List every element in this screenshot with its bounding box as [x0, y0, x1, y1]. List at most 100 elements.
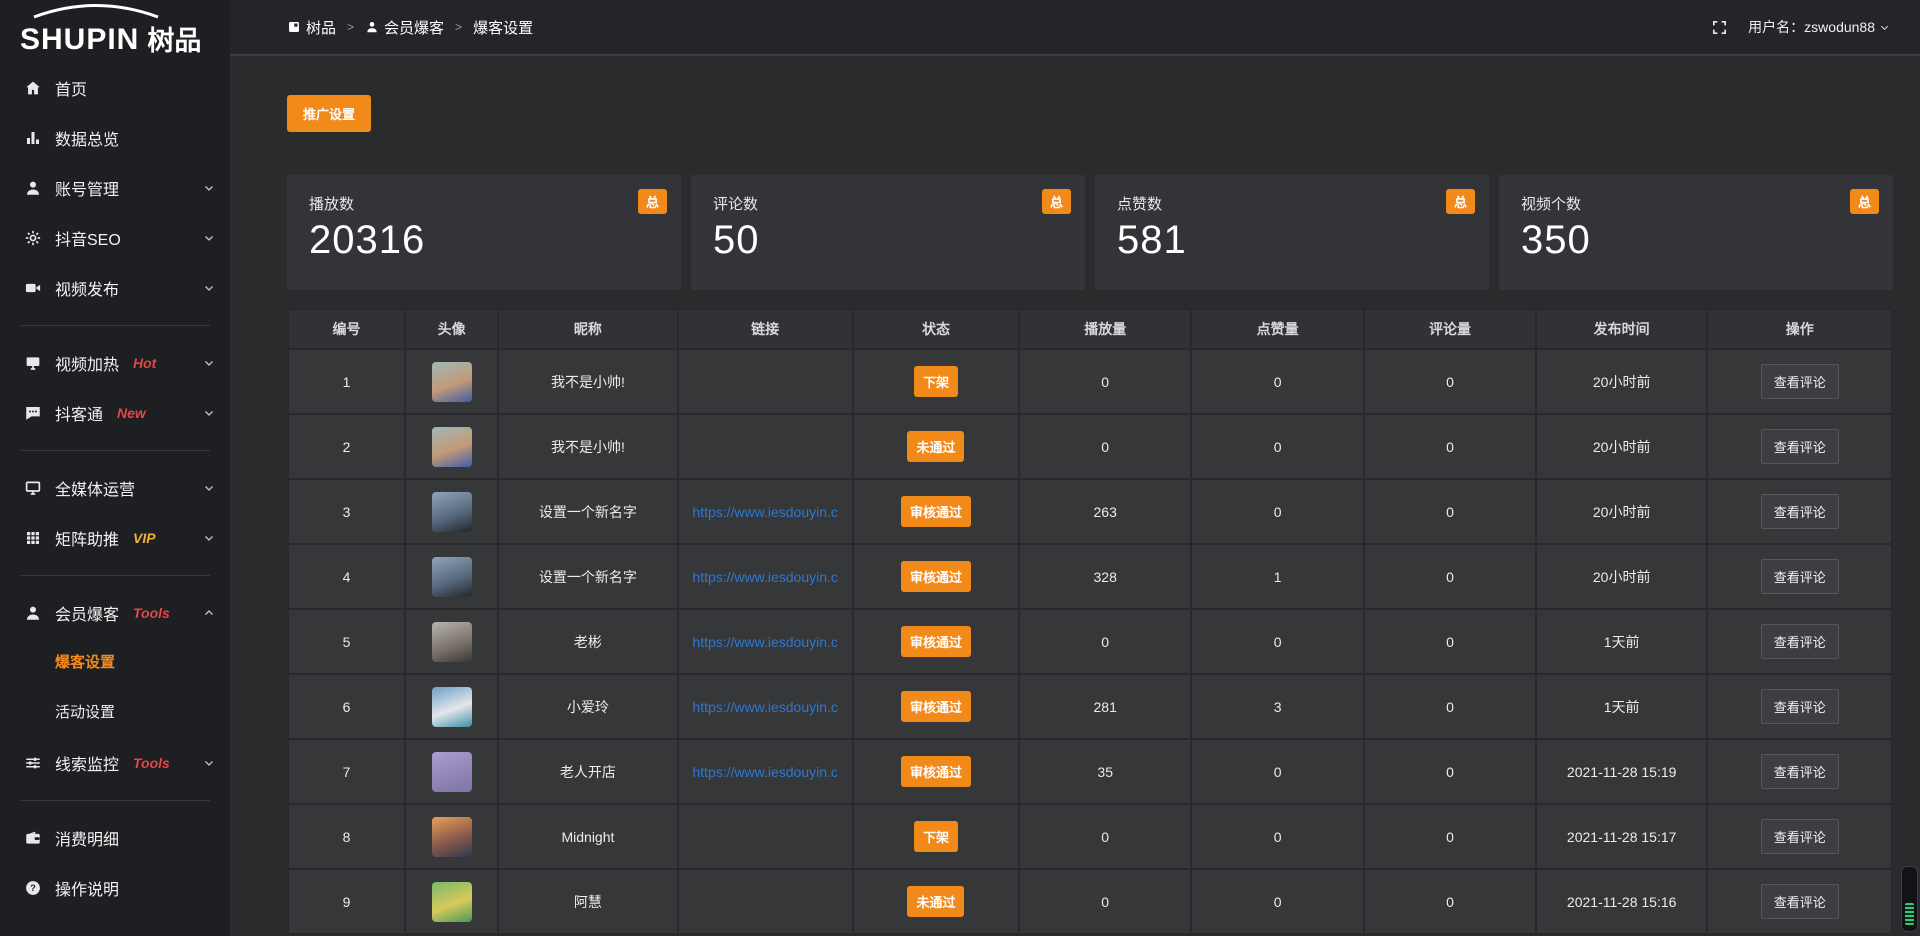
video-link[interactable]: https://www.iesdouyin.c	[692, 699, 838, 715]
video-link[interactable]: https://www.iesdouyin.c	[692, 764, 838, 780]
chat-icon	[24, 404, 42, 422]
sidebar-subitem-activity-settings[interactable]: 活动设置	[0, 688, 230, 738]
view-comments-button[interactable]: 查看评论	[1761, 754, 1839, 789]
status-badge[interactable]: 审核通过	[901, 561, 971, 592]
cell-likes: 0	[1191, 869, 1364, 934]
view-comments-button[interactable]: 查看评论	[1761, 429, 1839, 464]
cell-plays: 0	[1019, 804, 1191, 869]
stat-card-label: 视频个数	[1521, 193, 1871, 214]
home-icon	[24, 79, 42, 97]
cell-link: https://www.iesdouyin.c	[678, 544, 853, 609]
cell-avatar	[405, 414, 498, 479]
status-badge[interactable]: 审核通过	[901, 626, 971, 657]
sidebar-item-douyin-seo[interactable]: 抖音SEO	[0, 213, 230, 263]
sidebar-item-badge: VIP	[133, 530, 156, 546]
cell-plays: 0	[1019, 349, 1191, 414]
status-badge[interactable]: 未通过	[907, 886, 964, 917]
sidebar-item-home[interactable]: 首页	[0, 63, 230, 113]
view-comments-button[interactable]: 查看评论	[1761, 884, 1839, 919]
cell-comments: 0	[1364, 739, 1536, 804]
cell-action: 查看评论	[1707, 414, 1892, 479]
sidebar-item-member-baoke[interactable]: 会员爆客Tools	[0, 588, 230, 638]
column-header: 头像	[405, 309, 498, 349]
view-comments-button[interactable]: 查看评论	[1761, 819, 1839, 854]
sidebar-item-douketong[interactable]: 抖客通New	[0, 388, 230, 438]
breadcrumb-item[interactable]: 爆客设置	[473, 17, 533, 38]
cell-time: 20小时前	[1536, 479, 1708, 544]
cell-comments: 0	[1364, 544, 1536, 609]
promo-settings-button[interactable]: 推广设置	[287, 95, 371, 132]
total-badge: 总	[1850, 189, 1879, 214]
person-icon	[24, 604, 42, 622]
video-link[interactable]: https://www.iesdouyin.c	[692, 504, 838, 520]
column-header: 评论量	[1364, 309, 1536, 349]
sidebar-divider	[20, 450, 210, 451]
cell-action: 查看评论	[1707, 609, 1892, 674]
status-badge[interactable]: 审核通过	[901, 496, 971, 527]
sidebar-item-label: 视频发布	[55, 276, 119, 300]
table-row: 1我不是小帅!下架00020小时前查看评论	[288, 349, 1892, 414]
sidebar-item-label: 抖音SEO	[55, 226, 121, 250]
sidebar-subitem-baoke-settings[interactable]: 爆客设置	[0, 638, 230, 688]
status-badge[interactable]: 审核通过	[901, 691, 971, 722]
user-menu[interactable]: 用户名：zswodun88	[1748, 17, 1890, 37]
breadcrumb-label: 树品	[306, 17, 336, 38]
sidebar-item-video-publish[interactable]: 视频发布	[0, 263, 230, 313]
sidebar-item-matrix-boost[interactable]: 矩阵助推 VIP	[0, 513, 230, 563]
view-comments-button[interactable]: 查看评论	[1761, 364, 1839, 399]
view-comments-button[interactable]: 查看评论	[1761, 624, 1839, 659]
chevron-down-icon	[203, 357, 215, 369]
sidebar-item-label: 数据总览	[55, 126, 119, 150]
cell-link	[678, 349, 853, 414]
status-badge[interactable]: 审核通过	[901, 756, 971, 787]
chevron-down-icon	[203, 482, 215, 494]
cell-likes: 0	[1191, 609, 1364, 674]
member-icon	[365, 20, 379, 34]
cell-number: 5	[288, 609, 405, 674]
video-link[interactable]: https://www.iesdouyin.c	[692, 569, 838, 585]
breadcrumb-item[interactable]: 会员爆客	[365, 17, 444, 38]
sidebar-item-account-management[interactable]: 账号管理	[0, 163, 230, 213]
sidebar-item-label: 矩阵助推	[55, 526, 119, 550]
cell-number: 2	[288, 414, 405, 479]
sidebar-item-video-heat[interactable]: 视频加热Hot	[0, 338, 230, 388]
view-comments-button[interactable]: 查看评论	[1761, 689, 1839, 724]
cell-status: 未通过	[853, 869, 1020, 934]
cell-avatar	[405, 349, 498, 414]
sidebar-item-data-overview[interactable]: 数据总览	[0, 113, 230, 163]
sidebar-item-label: 会员爆客	[55, 601, 119, 625]
app-logo[interactable]: SHUPIN 树品	[0, 0, 230, 63]
stat-card-value: 50	[713, 218, 1063, 263]
cell-avatar	[405, 804, 498, 869]
cell-avatar	[405, 609, 498, 674]
view-comments-button[interactable]: 查看评论	[1761, 559, 1839, 594]
stat-card-value: 581	[1117, 218, 1467, 263]
breadcrumb-separator: >	[347, 20, 354, 34]
chevron-down-icon	[203, 232, 215, 244]
cell-number: 6	[288, 674, 405, 739]
cell-number: 3	[288, 479, 405, 544]
cell-action: 查看评论	[1707, 804, 1892, 869]
cell-time: 1天前	[1536, 609, 1708, 674]
scrollbar-thumb[interactable]	[1905, 903, 1914, 925]
table-row: 3设置一个新名字https://www.iesdouyin.c审核通过26300…	[288, 479, 1892, 544]
fullscreen-icon[interactable]	[1711, 19, 1728, 36]
table-row: 7老人开店https://www.iesdouyin.c审核通过35002021…	[288, 739, 1892, 804]
status-badge[interactable]: 下架	[914, 366, 958, 397]
sidebar-item-operation-guide[interactable]: ?操作说明	[0, 863, 230, 913]
view-comments-button[interactable]: 查看评论	[1761, 494, 1839, 529]
status-badge[interactable]: 下架	[914, 821, 958, 852]
cell-number: 7	[288, 739, 405, 804]
sidebar-item-media-operation[interactable]: 全媒体运营	[0, 463, 230, 513]
status-badge[interactable]: 未通过	[907, 431, 964, 462]
sidebar-item-label: 账号管理	[55, 176, 119, 200]
sidebar-item-consumption-details[interactable]: 消费明细	[0, 813, 230, 863]
cell-nickname: Midnight	[498, 804, 678, 869]
sidebar-item-clue-monitor[interactable]: 线索监控Tools	[0, 738, 230, 788]
video-link[interactable]: https://www.iesdouyin.c	[692, 634, 838, 650]
cell-likes: 0	[1191, 414, 1364, 479]
page-scrollbar[interactable]	[1901, 866, 1918, 932]
breadcrumb-item[interactable]: 树品	[287, 17, 336, 38]
column-header: 链接	[678, 309, 853, 349]
cell-likes: 0	[1191, 349, 1364, 414]
